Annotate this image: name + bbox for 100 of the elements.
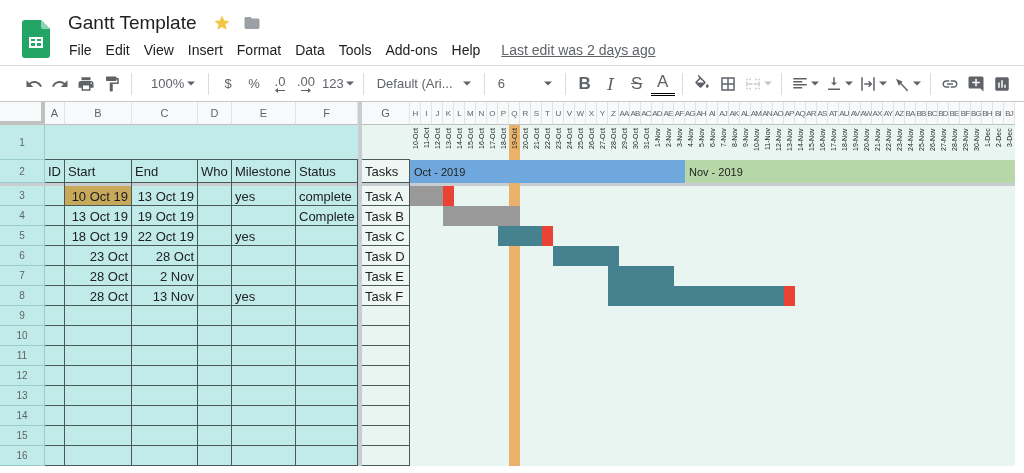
row-header[interactable]: 4 [0,206,45,226]
column-header[interactable]: AZ [894,102,905,125]
column-header[interactable]: BE [949,102,960,125]
column-header[interactable]: AG [685,102,696,125]
column-header[interactable]: AF [674,102,685,125]
column-header[interactable]: T [542,102,553,125]
column-header[interactable]: AQ [795,102,806,125]
column-header[interactable]: AE [663,102,674,125]
column-header[interactable]: P [498,102,509,125]
row-header[interactable]: 7 [0,266,45,286]
column-header[interactable]: AU [839,102,850,125]
menu-item[interactable]: Tools [331,40,379,60]
column-header[interactable]: AW [861,102,872,125]
column-header[interactable]: R [520,102,531,125]
column-header[interactable]: BJ [1004,102,1015,125]
column-header[interactable]: AT [828,102,839,125]
column-header[interactable]: AX [872,102,883,125]
column-header[interactable]: BG [971,102,982,125]
menu-item[interactable]: File [62,40,99,60]
menu-item[interactable]: Format [229,40,289,60]
column-header[interactable]: U [553,102,564,125]
row-header[interactable]: 9 [0,306,45,326]
column-header[interactable]: AI [707,102,718,125]
column-header[interactable]: AK [729,102,740,125]
column-header[interactable]: H [410,102,421,125]
row-header[interactable]: 10 [0,326,45,346]
increase-decimals-button[interactable]: .00 [294,70,318,97]
column-header[interactable]: AV [850,102,861,125]
format-button[interactable]: $ [216,70,240,97]
row-header[interactable]: 11 [0,346,45,366]
row-header[interactable]: 2 [0,160,45,183]
format-button[interactable]: % [242,70,266,97]
column-header[interactable]: O [487,102,498,125]
column-header[interactable]: K [443,102,454,125]
column-header[interactable]: AB [630,102,641,125]
column-header[interactable]: M [465,102,476,125]
bold-button[interactable]: B [572,70,597,97]
decrease-decimals-button[interactable]: .0 [268,70,292,97]
column-header[interactable]: BH [982,102,993,125]
number-format-dropdown[interactable]: 123 [320,70,356,97]
row-header[interactable]: 5 [0,226,45,246]
menu-item[interactable]: Help [444,40,488,60]
column-header[interactable]: AS [817,102,828,125]
column-header[interactable]: AA [619,102,630,125]
column-header[interactable]: BD [938,102,949,125]
star-icon[interactable] [212,14,231,32]
row-header[interactable]: 12 [0,366,45,386]
document-title[interactable]: Gantt Template [68,10,201,36]
column-header[interactable]: BA [905,102,916,125]
column-header[interactable]: AM [751,102,762,125]
column-header[interactable]: AR [806,102,817,125]
column-header[interactable]: I [421,102,432,125]
column-header[interactable]: F [296,102,358,125]
column-header[interactable]: AP [784,102,795,125]
menu-item[interactable]: Insert [180,40,230,60]
column-header[interactable]: L [454,102,465,125]
column-header[interactable]: AJ [718,102,729,125]
font-dropdown[interactable]: Default (Ari... [370,70,477,97]
menu-item[interactable]: Add-ons [378,40,445,60]
column-header[interactable]: N [476,102,487,125]
row-header[interactable]: 8 [0,286,45,306]
row-header[interactable]: 1 [0,125,45,160]
strikethrough-button[interactable]: S [624,70,649,97]
row-header[interactable]: 13 [0,386,45,406]
last-edit-link[interactable]: Last edit was 2 days ago [501,42,656,58]
column-header[interactable]: J [432,102,443,125]
zoom-dropdown[interactable]: 100% [139,70,201,97]
column-header[interactable]: Z [608,102,619,125]
text-color-button[interactable]: A [650,71,675,96]
column-header[interactable]: BB [916,102,927,125]
column-header[interactable]: AC [641,102,652,125]
row-header[interactable]: 14 [0,406,45,426]
column-header[interactable]: D [198,102,232,125]
font-size-dropdown[interactable]: 6 [491,70,558,97]
column-header[interactable]: Y [597,102,608,125]
column-header[interactable]: S [531,102,542,125]
row-header[interactable]: 15 [0,426,45,446]
row-header[interactable]: 6 [0,246,45,266]
corner-cell[interactable] [0,102,45,125]
column-header[interactable]: AY [883,102,894,125]
folder-icon[interactable] [242,14,261,32]
menu-item[interactable]: View [136,40,181,60]
row-header[interactable]: 3 [0,186,45,206]
column-header[interactable]: AD [652,102,663,125]
menu-item[interactable]: Edit [98,40,137,60]
column-header[interactable]: V [564,102,575,125]
column-header[interactable]: B [65,102,132,125]
column-header[interactable]: AH [696,102,707,125]
column-header[interactable]: AO [773,102,784,125]
column-header[interactable]: X [586,102,597,125]
column-header[interactable]: BI [993,102,1004,125]
menu-item[interactable]: Data [288,40,332,60]
column-header[interactable]: BC [927,102,938,125]
column-header[interactable]: BF [960,102,971,125]
column-header[interactable]: A [45,102,65,125]
column-header[interactable]: C [132,102,198,125]
column-header[interactable]: AL [740,102,751,125]
spreadsheet-logo-icon[interactable] [22,20,50,58]
italic-button[interactable]: I [598,70,623,97]
column-header[interactable]: AN [762,102,773,125]
